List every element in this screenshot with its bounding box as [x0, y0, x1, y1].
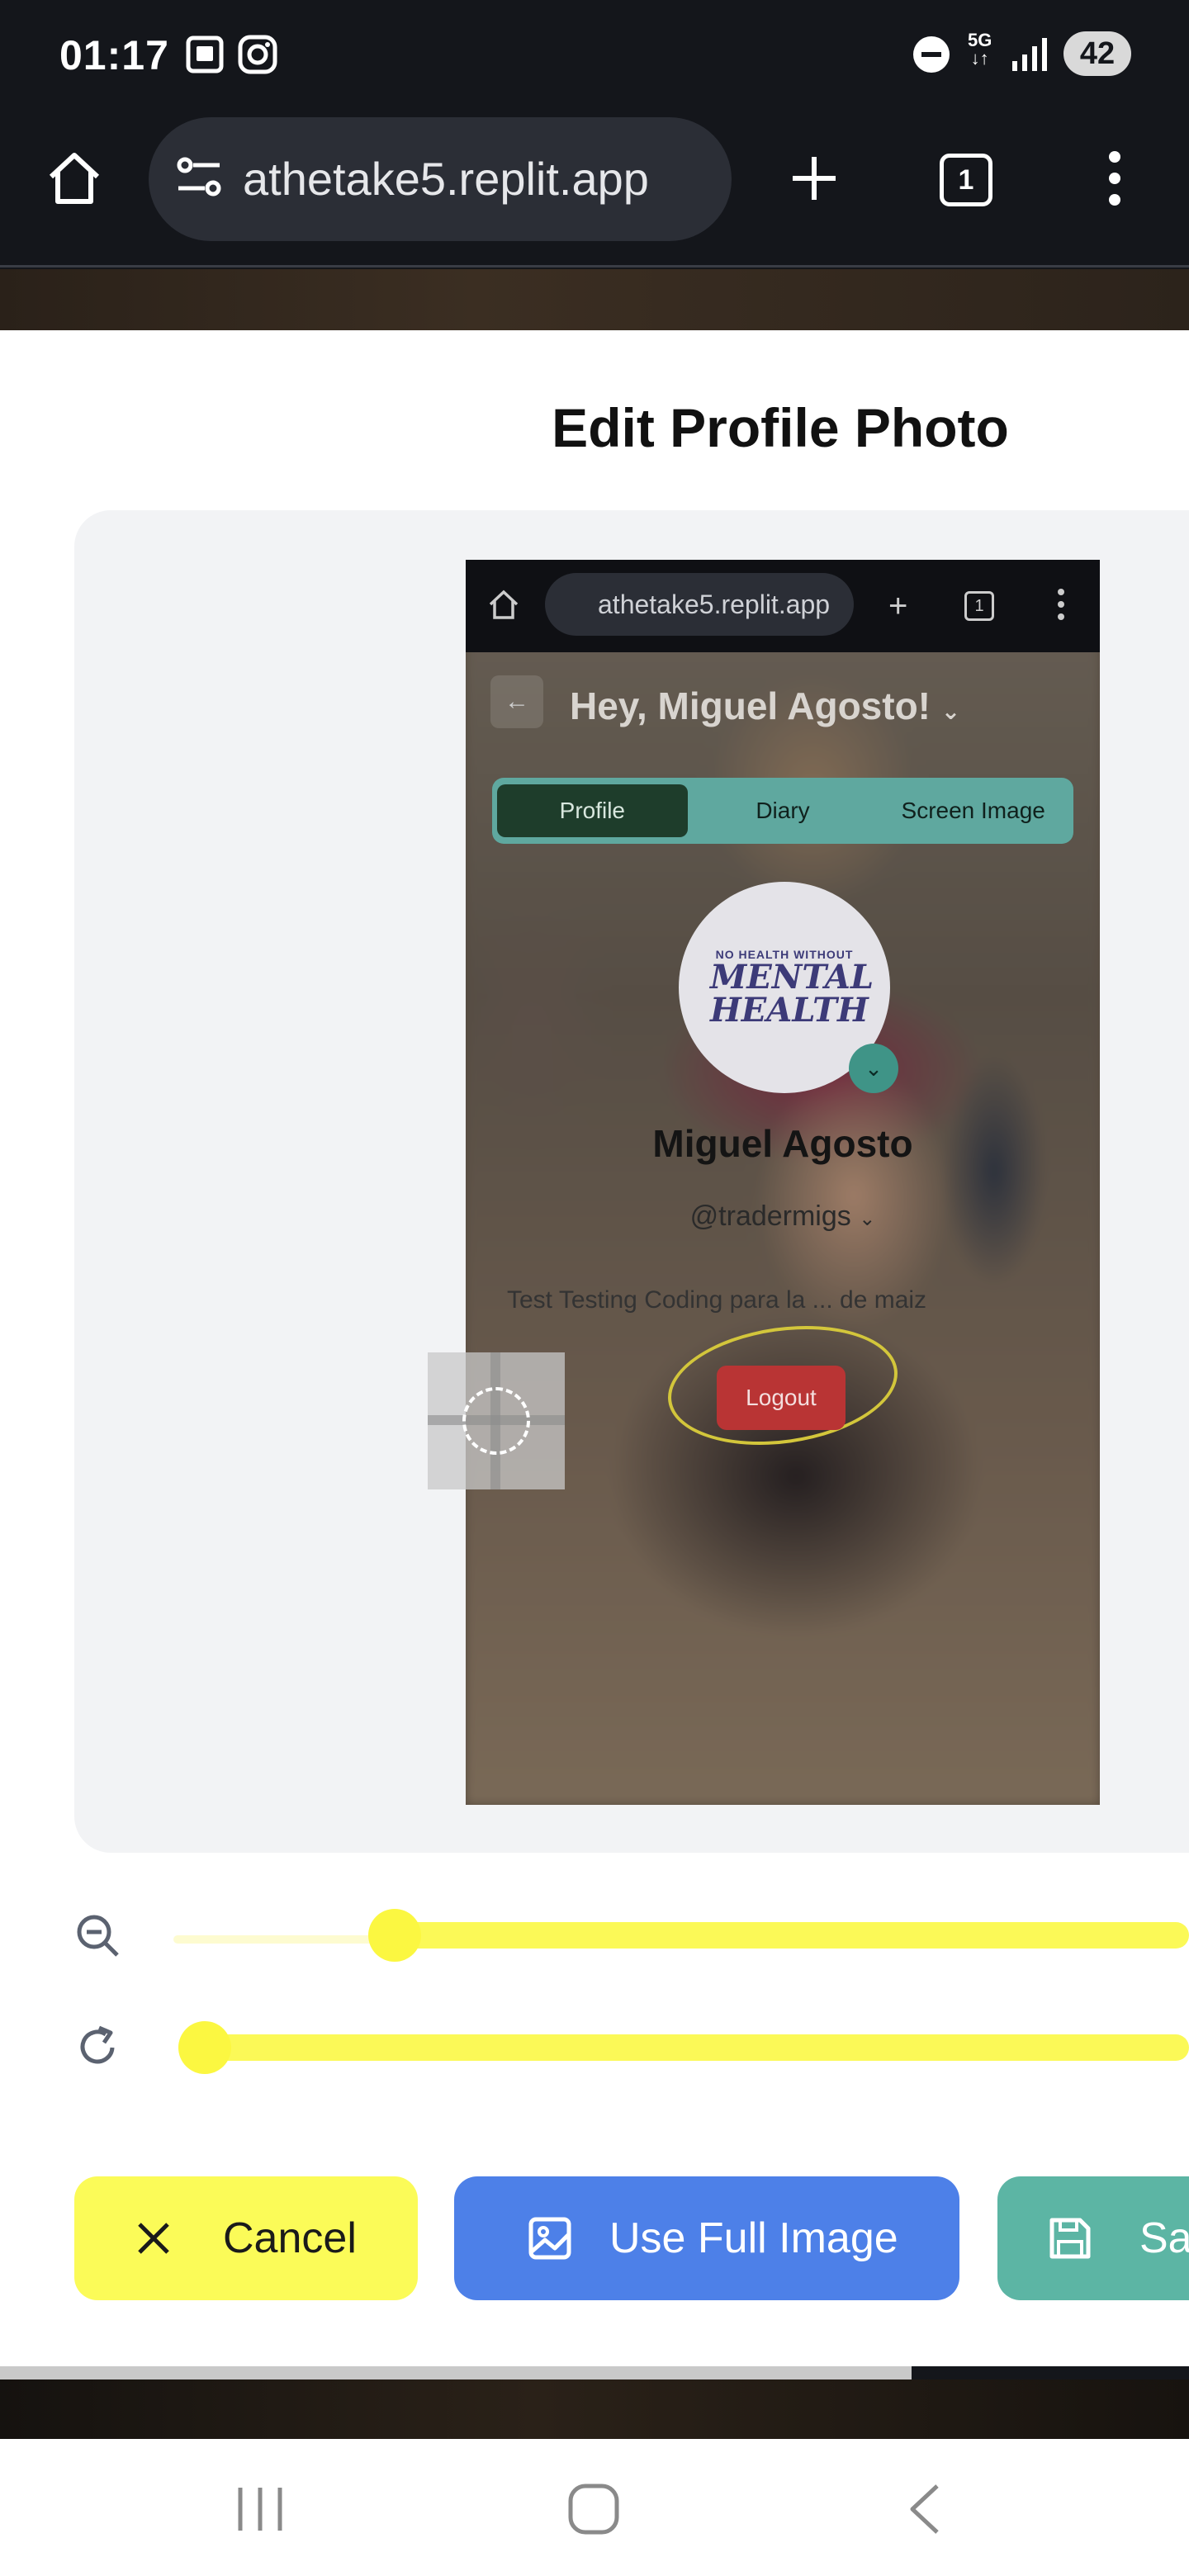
preview-more-icon — [1057, 588, 1065, 625]
preview-avatar-text: MENTAL HEALTH — [710, 958, 874, 1030]
zoom-thumb[interactable] — [368, 1909, 421, 1962]
home-icon[interactable] — [41, 145, 107, 211]
preview-name: Miguel Agosto — [652, 1122, 913, 1165]
page-background-bottom — [0, 2379, 1189, 2439]
rotate-icon[interactable] — [74, 2024, 121, 2071]
rotate-track[interactable] — [203, 2034, 1189, 2061]
crop-handle[interactable] — [428, 1352, 565, 1489]
preview-back-icon: ← — [490, 675, 543, 728]
preview-tab-profile: Profile — [497, 784, 688, 837]
rotate-thumb[interactable] — [178, 2021, 231, 2074]
browser-toolbar: athetake5.replit.app 1 — [0, 112, 1189, 268]
preview-image[interactable]: athetake5.replit.app + 1 ← Hey, Miguel A… — [466, 560, 1100, 1805]
preview-logout: Logout — [717, 1366, 846, 1430]
close-icon — [127, 2212, 180, 2265]
url-text: athetake5.replit.app — [243, 153, 649, 205]
preview-url: athetake5.replit.app — [545, 573, 854, 636]
status-time: 01:17 — [59, 32, 169, 78]
save-label: Save — [1139, 2214, 1189, 2262]
zoom-slider-row — [0, 1902, 1189, 1968]
network-type: 5G ↓↑ — [968, 30, 992, 69]
use-full-image-label: Use Full Image — [609, 2214, 898, 2262]
site-settings-icon[interactable] — [175, 154, 225, 207]
status-bar: 01:17 5G ↓↑ 42 — [0, 0, 1189, 112]
use-full-image-button[interactable]: Use Full Image — [454, 2176, 959, 2300]
cancel-button[interactable]: Cancel — [74, 2176, 418, 2300]
page-background — [0, 269, 1189, 330]
signal-icon — [1011, 36, 1049, 77]
recent-apps-icon[interactable] — [223, 2472, 297, 2546]
new-tab-icon[interactable] — [781, 145, 847, 211]
system-nav-bar — [0, 2439, 1189, 2576]
battery-level: 42 — [1063, 31, 1131, 76]
back-nav-icon[interactable] — [888, 2472, 963, 2546]
preview-tabs-icon: 1 — [964, 591, 994, 621]
preview-bio: Test Testing Coding para la ... de maiz — [507, 1286, 927, 1314]
save-button[interactable]: Save — [997, 2176, 1189, 2300]
cancel-label: Cancel — [223, 2214, 357, 2262]
image-icon — [523, 2212, 576, 2265]
zoom-track[interactable] — [395, 1922, 1189, 1949]
preview-new-tab-icon: + — [888, 588, 908, 624]
preview-handle: @tradermigs ⌄ — [689, 1200, 876, 1232]
preview-overlay — [466, 560, 1100, 1805]
home-nav-icon[interactable] — [557, 2472, 631, 2546]
preview-browser-bar: athetake5.replit.app + 1 — [466, 560, 1100, 652]
zoom-out-icon[interactable] — [74, 1912, 121, 1958]
preview-tabs: Profile Diary Screen Image — [492, 778, 1073, 844]
more-icon[interactable] — [1095, 145, 1135, 211]
tabs-icon[interactable]: 1 — [936, 150, 996, 210]
preview-tab-diary: Diary — [756, 798, 810, 823]
horizontal-scrollbar[interactable] — [0, 2366, 912, 2379]
zoom-track-empty — [173, 1935, 395, 1944]
preview-tab-screen-image: Screen Image — [901, 798, 1045, 823]
preview-greeting: Hey, Miguel Agosto! ⌄ — [570, 684, 961, 727]
modal-title: Edit Profile Photo — [552, 397, 1009, 458]
save-icon — [1044, 2212, 1097, 2265]
screenshot-icon — [183, 33, 226, 80]
crop-circle[interactable] — [462, 1387, 530, 1455]
address-bar[interactable]: athetake5.replit.app — [149, 117, 732, 241]
instagram-icon — [236, 33, 279, 80]
dnd-icon — [912, 35, 951, 78]
preview-home-icon — [487, 588, 520, 625]
rotate-slider-row — [0, 2015, 1189, 2081]
preview-avatar-dropdown-icon: ⌄ — [849, 1044, 898, 1093]
